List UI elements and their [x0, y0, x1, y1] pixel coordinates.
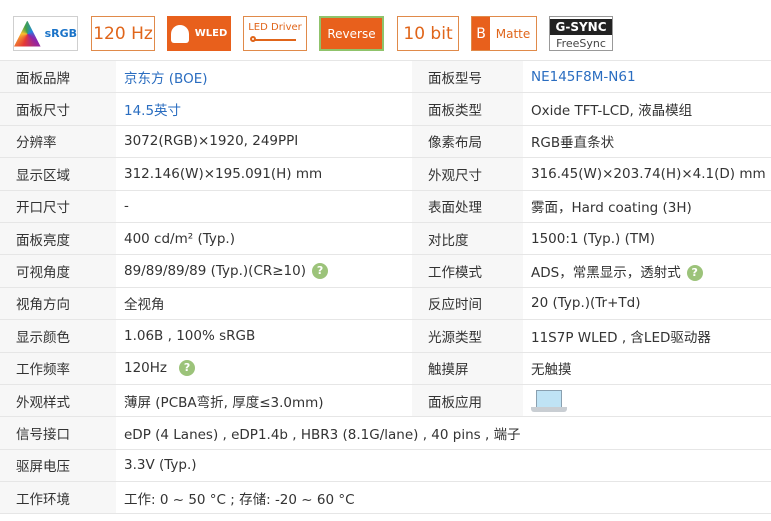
spec-label: 像素布局	[412, 124, 523, 159]
spec-label: 表面处理	[412, 189, 523, 223]
spec-value: 120Hz?	[116, 351, 412, 385]
spec-value: 雾面，Hard coating (3H)	[523, 189, 771, 223]
viewing-value: 89/89/89/89 (Typ.)(CR≥10)	[124, 263, 307, 280]
spec-value: 312.146(W)×195.091(H) mm	[116, 157, 412, 191]
question-help-icon[interactable]: ?	[179, 360, 196, 377]
matte-label: Matte	[495, 26, 531, 41]
led-driver-badge: LED Driver	[243, 16, 307, 51]
spec-label: 外观尺寸	[412, 157, 523, 191]
spec-label: 面板型号	[412, 59, 523, 94]
spec-label: 触摸屏	[412, 351, 523, 385]
spec-label: 外观样式	[0, 383, 116, 418]
matte-badge: B Matte	[471, 16, 537, 51]
spec-value: 3072(RGB)×1920, 249PPI	[116, 124, 412, 159]
spec-value: 400 cd/m² (Typ.)	[116, 221, 412, 256]
freq-value: 120Hz	[124, 360, 168, 377]
table-row: 分辨率 3072(RGB)×1920, 249PPI 像素布局 RGB垂直条状	[0, 124, 771, 159]
led-driver-label: LED Driver	[248, 22, 302, 33]
spec-value	[523, 383, 771, 418]
spec-value: 京东方 (BOE)	[116, 59, 412, 94]
spec-value: 11S7P WLED , 含LED驱动器	[523, 319, 771, 353]
gsync-label: G-SYNC	[550, 18, 612, 35]
table-row: 显示颜色 1.06B , 100% sRGB 光源类型 11S7P WLED ,…	[0, 319, 771, 353]
table-row: 开口尺寸 - 表面处理 雾面，Hard coating (3H)	[0, 189, 771, 223]
spec-label: 工作模式	[412, 254, 523, 288]
spec-label: 驱屏电压	[0, 448, 116, 483]
spec-label: 反应时间	[412, 286, 523, 321]
matte-letter-icon: B	[472, 17, 490, 50]
table-row: 面板亮度 400 cd/m² (Typ.) 对比度 1500:1 (Typ.) …	[0, 221, 771, 256]
spec-label: 可视角度	[0, 254, 116, 288]
spec-label: 显示颜色	[0, 319, 116, 353]
refresh-rate-badge: 120 Hz	[91, 16, 155, 51]
spec-value: 316.45(W)×203.74(H)×4.1(D) mm	[523, 157, 771, 191]
srgb-label: sRGB	[44, 27, 77, 40]
spec-value: eDP (4 Lanes) , eDP1.4b , HBR3 (8.1G/lan…	[116, 416, 771, 450]
spec-label: 视角方向	[0, 286, 116, 321]
driver-circuit-icon	[250, 35, 300, 45]
spec-value: 全视角	[116, 286, 412, 321]
color-gamut-icon	[14, 20, 41, 47]
spec-value: -	[116, 189, 412, 223]
mode-value: ADS，常黑显示，透射式	[531, 265, 681, 282]
model-link[interactable]: NE145F8M-N61	[531, 69, 636, 85]
color-depth-badge: 10 bit	[397, 16, 459, 51]
spec-label: 显示区域	[0, 157, 116, 191]
spec-value: 1500:1 (Typ.) (TM)	[523, 221, 771, 256]
spec-label: 对比度	[412, 221, 523, 256]
table-row: 工作环境 工作: 0 ~ 50 °C ; 存储: -20 ~ 60 °C	[0, 481, 771, 515]
spec-value: 89/89/89/89 (Typ.)(CR≥10)?	[116, 254, 412, 288]
table-row: 面板品牌 京东方 (BOE) 面板型号 NE145F8M-N61	[0, 59, 771, 94]
spec-value: Oxide TFT-LCD, 液晶模组	[523, 92, 771, 126]
question-help-icon[interactable]: ?	[686, 265, 703, 282]
question-help-icon[interactable]: ?	[312, 263, 329, 280]
spec-value: 20 (Typ.)(Tr+Td)	[523, 286, 771, 321]
spec-label: 开口尺寸	[0, 189, 116, 223]
spec-label: 信号接口	[0, 416, 116, 450]
spec-label: 光源类型	[412, 319, 523, 353]
size-link[interactable]: 14.5英寸	[124, 103, 181, 119]
wled-label: WLED	[194, 28, 228, 39]
wled-badge: WLED	[167, 16, 231, 51]
table-row: 外观样式 薄屏 (PCBA弯折, 厚度≤3.0mm) 面板应用	[0, 383, 771, 418]
spec-label: 面板应用	[412, 383, 523, 418]
table-row: 信号接口 eDP (4 Lanes) , eDP1.4b , HBR3 (8.1…	[0, 416, 771, 450]
table-row: 显示区域 312.146(W)×195.091(H) mm 外观尺寸 316.4…	[0, 157, 771, 191]
spec-table: 面板品牌 京东方 (BOE) 面板型号 NE145F8M-N61 面板尺寸 14…	[0, 59, 771, 515]
spec-value: NE145F8M-N61	[523, 59, 771, 94]
laptop-icon[interactable]	[531, 389, 567, 413]
spec-value: 3.3V (Typ.)	[116, 448, 771, 483]
spec-value: 无触摸	[523, 351, 771, 385]
spec-value: ADS，常黑显示，透射式?	[523, 254, 771, 288]
spec-label: 分辨率	[0, 124, 116, 159]
brand-link[interactable]: 京东方 (BOE)	[124, 71, 208, 87]
spec-value: 1.06B , 100% sRGB	[116, 319, 412, 353]
spec-label: 面板品牌	[0, 59, 116, 94]
table-row: 可视角度 89/89/89/89 (Typ.)(CR≥10)? 工作模式 ADS…	[0, 254, 771, 288]
spec-value: RGB垂直条状	[523, 124, 771, 159]
srgb-badge: sRGB	[13, 16, 78, 51]
gsync-freesync-badge: G-SYNC FreeSync	[549, 16, 613, 51]
reverse-badge: Reverse	[319, 16, 384, 51]
spec-label: 面板类型	[412, 92, 523, 126]
spec-value: 工作: 0 ~ 50 °C ; 存储: -20 ~ 60 °C	[116, 481, 771, 515]
table-row: 驱屏电压 3.3V (Typ.)	[0, 448, 771, 483]
table-row: 面板尺寸 14.5英寸 面板类型 Oxide TFT-LCD, 液晶模组	[0, 92, 771, 126]
feature-badges: sRGB 120 Hz WLED LED Driver Reverse 10 b…	[0, 0, 771, 60]
freesync-label: FreeSync	[556, 36, 606, 50]
spec-label: 面板尺寸	[0, 92, 116, 126]
table-row: 视角方向 全视角 反应时间 20 (Typ.)(Tr+Td)	[0, 286, 771, 321]
spec-value: 14.5英寸	[116, 92, 412, 126]
spec-label: 工作频率	[0, 351, 116, 385]
spec-label: 工作环境	[0, 481, 116, 515]
spec-label: 面板亮度	[0, 221, 116, 256]
table-row: 工作频率 120Hz? 触摸屏 无触摸	[0, 351, 771, 385]
bulb-icon	[170, 24, 189, 43]
spec-value: 薄屏 (PCBA弯折, 厚度≤3.0mm)	[116, 383, 412, 418]
